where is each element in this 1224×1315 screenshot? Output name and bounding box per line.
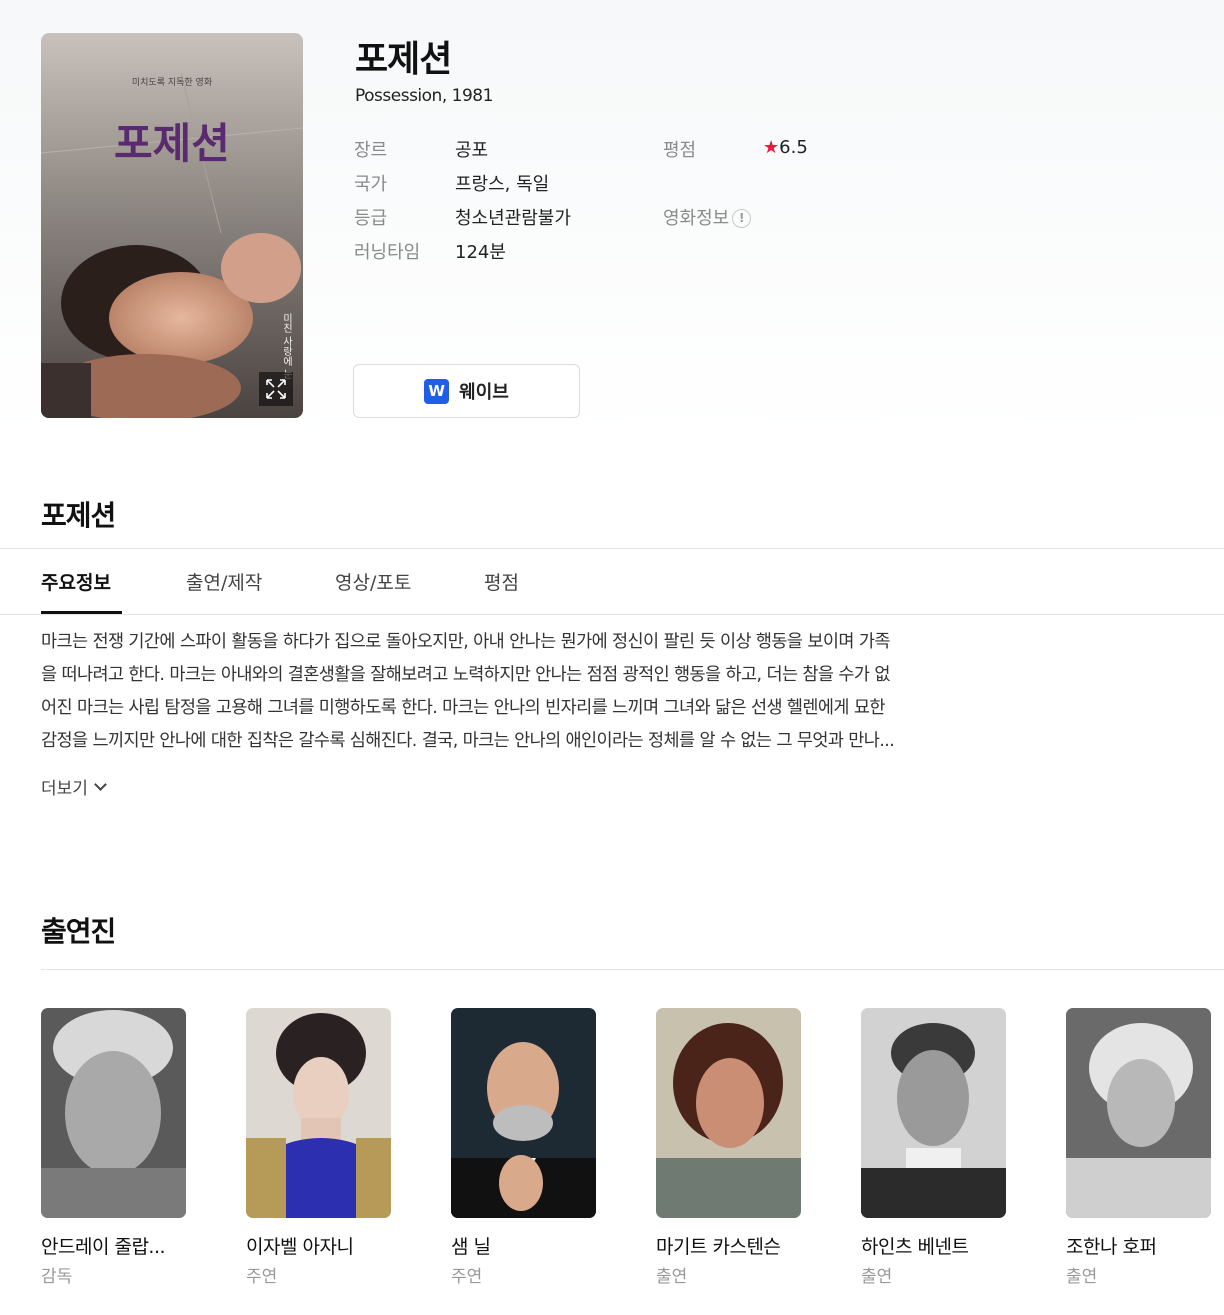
tab-reviews[interactable]: 평점 — [484, 568, 519, 595]
tab-video-photo[interactable]: 영상/포토 — [335, 568, 411, 595]
runtime-value: 124분 — [455, 242, 506, 263]
cast-card[interactable]: 하인츠 베넨트 출연 — [861, 1008, 1006, 1287]
cast-divider — [41, 969, 1224, 970]
score-value: 6.5 — [779, 137, 808, 158]
synopsis: 마크는 전쟁 기간에 스파이 활동을 하다가 집으로 돌아오지만, 아내 안나는… — [41, 626, 1041, 758]
cast-role: 주연 — [246, 1267, 278, 1287]
info-icon[interactable]: ! — [732, 209, 752, 228]
movie-original-title: Possession, 1981 — [355, 86, 493, 106]
cast-role: 주연 — [451, 1267, 483, 1287]
synopsis-line: 감정을 느끼지만 안나에 대한 집착은 갈수록 심해진다. 결국, 마크는 안나… — [41, 731, 895, 751]
cast-name: 샘 닐 — [451, 1236, 491, 1258]
score-display: ★6.5 — [763, 137, 808, 158]
cast-role: 출연 — [1066, 1267, 1098, 1287]
synopsis-line: 어진 마크는 사립 탐정을 고용해 그녀를 미행하도록 한다. 마크는 안나의 … — [41, 698, 885, 718]
wavve-label: 웨이브 — [459, 382, 509, 403]
cast-photo[interactable] — [41, 1008, 186, 1218]
cast-photo[interactable] — [656, 1008, 801, 1218]
chevron-down-icon — [94, 778, 107, 791]
movie-info-link[interactable]: 영화정보! — [663, 204, 752, 230]
rating-value: 청소년관람불가 — [455, 208, 571, 229]
cast-name: 마기트 카스텐슨 — [656, 1236, 781, 1258]
movie-info-label: 영화정보 — [663, 208, 730, 229]
movie-title: 포제션 — [355, 39, 452, 80]
expand-icon — [266, 379, 286, 399]
cast-card[interactable]: 이자벨 아자니 주연 — [246, 1008, 391, 1287]
tab-main-info[interactable]: 주요정보 — [41, 568, 111, 595]
country-value: 프랑스, 독일 — [455, 174, 550, 195]
star-icon: ★ — [763, 137, 780, 158]
tabs-divider — [0, 614, 1224, 615]
synopsis-line: 마크는 전쟁 기간에 스파이 활동을 하다가 집으로 돌아오지만, 아내 안나는… — [41, 632, 890, 652]
cast-photo[interactable] — [451, 1008, 596, 1218]
cast-role: 감독 — [41, 1267, 73, 1287]
watch-wavve-button[interactable]: W 웨이브 — [353, 364, 580, 418]
cast-name: 이자벨 아자니 — [246, 1236, 354, 1258]
section-divider — [0, 548, 1224, 549]
more-label: 더보기 — [41, 779, 88, 799]
runtime-label: 러닝타임 — [354, 242, 421, 263]
genre-label: 장르 — [354, 140, 388, 161]
cast-name: 조한나 호퍼 — [1066, 1236, 1157, 1258]
poster-tagline: 미치도록 지독한 영화 — [132, 76, 212, 88]
movie-poster[interactable]: 미치도록 지독한 영화 포제션 미친 사랑에 눈 — [41, 33, 303, 418]
section-title: 포제션 — [41, 499, 116, 532]
cast-name: 안드레이 줄랍... — [41, 1236, 166, 1258]
cast-role: 출연 — [656, 1267, 688, 1287]
country-label: 국가 — [354, 174, 388, 195]
rating-label: 등급 — [354, 208, 388, 229]
cast-section-title: 출연진 — [41, 915, 116, 948]
cast-card[interactable]: 안드레이 줄랍... 감독 — [41, 1008, 186, 1287]
poster-title-text: 포제션 — [114, 119, 230, 168]
tab-cast-crew[interactable]: 출연/제작 — [186, 568, 262, 595]
cast-card[interactable]: 마기트 카스텐슨 출연 — [656, 1008, 801, 1287]
expand-poster-button[interactable] — [259, 372, 293, 406]
cast-role: 출연 — [861, 1267, 893, 1287]
cast-photo[interactable] — [861, 1008, 1006, 1218]
cast-photo[interactable] — [1066, 1008, 1211, 1218]
genre-value: 공포 — [455, 140, 489, 161]
poster-vertical-text: 미친 사랑에 눈 — [281, 313, 293, 380]
score-label: 평점 — [663, 140, 697, 161]
wavve-logo-icon: W — [424, 378, 450, 404]
cast-photo[interactable] — [246, 1008, 391, 1218]
cast-card[interactable]: 조한나 호퍼 출연 — [1066, 1008, 1211, 1287]
cast-name: 하인츠 베넨트 — [861, 1236, 969, 1258]
synopsis-line: 을 떠나려고 한다. 마크는 아내와의 결혼생활을 잘해보려고 노력하지만 안나… — [41, 665, 890, 685]
more-button[interactable]: 더보기 — [41, 774, 107, 799]
cast-card[interactable]: 샘 닐 주연 — [451, 1008, 596, 1287]
